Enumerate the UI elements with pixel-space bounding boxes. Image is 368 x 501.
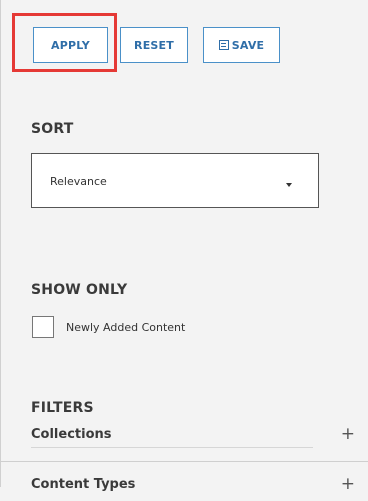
filters-heading: FILTERS [31,400,94,416]
apply-button[interactable]: APPLY [33,27,108,63]
filter-panel: APPLY RESET SAVE SORT Relevance SHOW ONL… [0,0,368,493]
newly-added-label[interactable]: Newly Added Content [66,321,185,334]
filter-collections-label: Collections [31,427,112,442]
plus-icon[interactable]: + [341,476,355,493]
filter-content-types[interactable]: Content Types + [31,476,359,501]
sort-selected-value: Relevance [50,175,107,188]
plus-icon[interactable]: + [341,426,355,443]
panel-left-border [0,0,1,487]
section-divider [0,461,368,462]
show-only-heading: SHOW ONLY [31,282,128,298]
save-button-label: SAVE [231,38,265,52]
sort-heading: SORT [31,121,74,137]
caret-down-icon [286,183,292,187]
reset-button-label: RESET [134,38,174,52]
filter-collections[interactable]: Collections + [31,426,359,451]
filter-content-types-label: Content Types [31,477,136,492]
reset-button[interactable]: RESET [120,27,188,63]
filter-collections-divider [31,447,313,448]
apply-button-label: APPLY [51,38,90,52]
newly-added-checkbox[interactable] [32,316,54,338]
floppy-disk-icon [218,40,229,50]
save-button[interactable]: SAVE [203,27,280,63]
sort-dropdown[interactable]: Relevance [31,153,319,208]
